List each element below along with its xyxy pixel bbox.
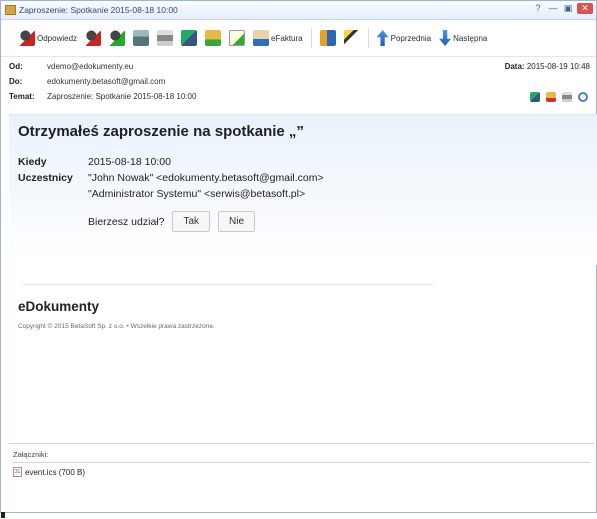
- move-button[interactable]: [181, 30, 198, 46]
- participants-row: Uczestnicy "John Nowak" <edokumenty.beta…: [18, 170, 589, 202]
- header-icons: [530, 91, 588, 102]
- archive-small-icon[interactable]: [546, 91, 556, 102]
- reply-all-icon: [85, 30, 102, 46]
- invitation-banner: Otrzymałeś zaproszenie na spotkanie „” K…: [9, 115, 597, 265]
- when-value: 2015-08-18 10:00: [88, 156, 171, 168]
- to-label: Do:: [9, 77, 23, 86]
- magic-wand-icon: [343, 30, 360, 46]
- calendar-file-icon: 31: [13, 467, 22, 477]
- forward-button[interactable]: [109, 30, 126, 46]
- archive-icon: [205, 30, 222, 46]
- efaktura-button[interactable]: eFaktura: [253, 30, 303, 46]
- filter-button[interactable]: [133, 30, 150, 46]
- participants-label: Uczestnicy: [18, 172, 73, 184]
- move-icon: [181, 30, 198, 46]
- window-controls: ? — ▣ ✕: [532, 3, 593, 14]
- note-button[interactable]: [229, 30, 246, 46]
- print-small-icon[interactable]: [562, 91, 572, 102]
- next-label: Następna: [453, 33, 488, 43]
- participant-item: "John Nowak" <edokumenty.betasoft@gmail.…: [88, 172, 324, 184]
- arrow-up-icon: [376, 30, 389, 46]
- footer-copyright: Copyright © 2015 BetaSoft Sp. z o.o. • W…: [18, 323, 215, 330]
- reply-all-button[interactable]: [85, 30, 102, 46]
- close-button[interactable]: ✕: [577, 3, 593, 14]
- decline-button[interactable]: Nie: [218, 211, 256, 232]
- reply-person-icon: [19, 30, 35, 46]
- body-divider: [23, 284, 433, 285]
- note-icon: [229, 30, 246, 46]
- attachments-panel: Załączniki: 31 event.ics (700 B): [9, 443, 594, 510]
- move-small-icon[interactable]: [530, 91, 540, 102]
- to-row: Do: edokumenty.betasoft@gmail.com: [9, 74, 590, 89]
- footer-brand: eDokumenty: [18, 299, 100, 314]
- forward-icon: [109, 30, 126, 46]
- scissors-icon: [319, 30, 336, 46]
- next-button[interactable]: Następna: [439, 30, 487, 46]
- previous-label: Poprzednia: [390, 33, 432, 43]
- date-value: 2015-08-19 10:48: [526, 62, 590, 71]
- attend-row: Bierzesz udział? Tak Nie: [18, 211, 589, 232]
- help-button[interactable]: ?: [532, 3, 544, 14]
- email-window: Zaproszenie: Spotkanie 2015-08-18 10:00 …: [0, 0, 597, 513]
- window-title: Zaproszenie: Spotkanie 2015-08-18 10:00: [19, 5, 178, 15]
- cut-button[interactable]: [319, 30, 336, 46]
- reply-label: Odpowiedz: [37, 33, 78, 43]
- efaktura-icon: [253, 30, 270, 46]
- to-value[interactable]: edokumenty.betasoft@gmail.com: [47, 77, 165, 86]
- previous-button[interactable]: Poprzednia: [376, 30, 432, 46]
- invitation-heading: Otrzymałeś zaproszenie na spotkanie „”: [18, 123, 304, 140]
- when-label: Kiedy: [18, 156, 47, 168]
- efaktura-label: eFaktura: [271, 33, 303, 43]
- message-body: Otrzymałeś zaproszenie na spotkanie „” K…: [9, 114, 597, 443]
- printer-icon: [157, 30, 174, 46]
- participant-item: "Administrator Systemu" <serwis@betasoft…: [88, 188, 306, 200]
- resize-grip[interactable]: [1, 512, 5, 518]
- participants-list: "John Nowak" <edokumenty.betasoft@gmail.…: [88, 170, 324, 202]
- date-field: Data: 2015-08-19 10:48: [505, 62, 590, 71]
- attachment-name[interactable]: event.ics (700 B): [25, 468, 85, 477]
- reply-button[interactable]: Odpowiedz: [19, 30, 77, 46]
- from-row: Od: vdemo@edokumenty.eu Data: 2015-08-19…: [9, 59, 590, 74]
- message-header: Od: vdemo@edokumenty.eu Data: 2015-08-19…: [1, 57, 596, 104]
- attachment-item[interactable]: 31 event.ics (700 B): [13, 462, 590, 481]
- print-button[interactable]: [157, 30, 174, 46]
- maximize-button[interactable]: ▣: [562, 3, 574, 14]
- subject-row: Temat: Zaproszenie: Spotkanie 2015-08-18…: [9, 89, 590, 104]
- date-label: Data:: [504, 62, 525, 71]
- when-row: Kiedy 2015-08-18 10:00: [18, 154, 589, 170]
- attend-question: Bierzesz udział?: [88, 215, 165, 228]
- arrow-down-icon: [439, 30, 452, 46]
- paperclip-icon[interactable]: [578, 91, 588, 102]
- toolbar-divider: [310, 28, 312, 48]
- envelope-icon: [5, 5, 16, 15]
- toolbar: Odpowiedz eFaktura Poprzednia Następna: [1, 20, 596, 57]
- filter-icon: [133, 30, 150, 46]
- accept-button[interactable]: Tak: [172, 211, 211, 232]
- magic-button[interactable]: [343, 30, 360, 46]
- subject-value: Zaproszenie: Spotkanie 2015-08-18 10:00: [47, 92, 197, 101]
- minimize-button[interactable]: —: [547, 3, 559, 14]
- from-value[interactable]: vdemo@edokumenty.eu: [47, 62, 133, 71]
- from-label: Od:: [9, 62, 23, 71]
- subject-label: Temat:: [9, 92, 35, 101]
- attachments-label: Załączniki:: [13, 450, 49, 459]
- archive-button[interactable]: [205, 30, 222, 46]
- title-bar: Zaproszenie: Spotkanie 2015-08-18 10:00 …: [1, 1, 596, 20]
- toolbar-divider: [367, 28, 369, 48]
